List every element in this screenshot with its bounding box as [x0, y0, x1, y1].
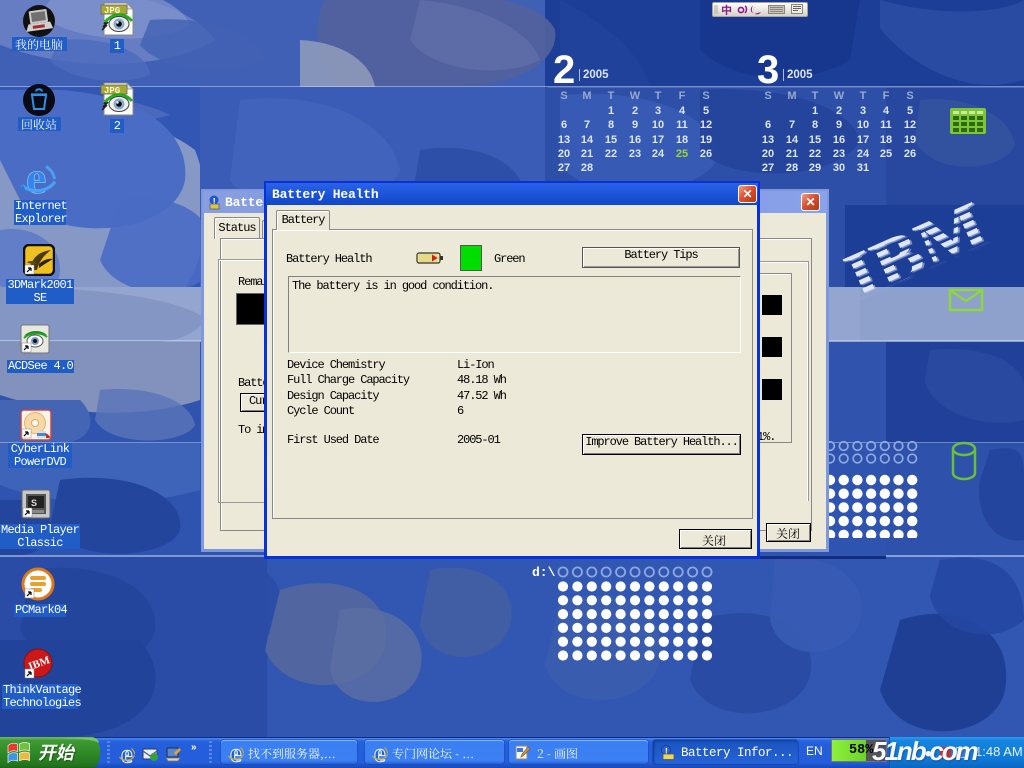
svg-text:S: S [31, 498, 37, 508]
